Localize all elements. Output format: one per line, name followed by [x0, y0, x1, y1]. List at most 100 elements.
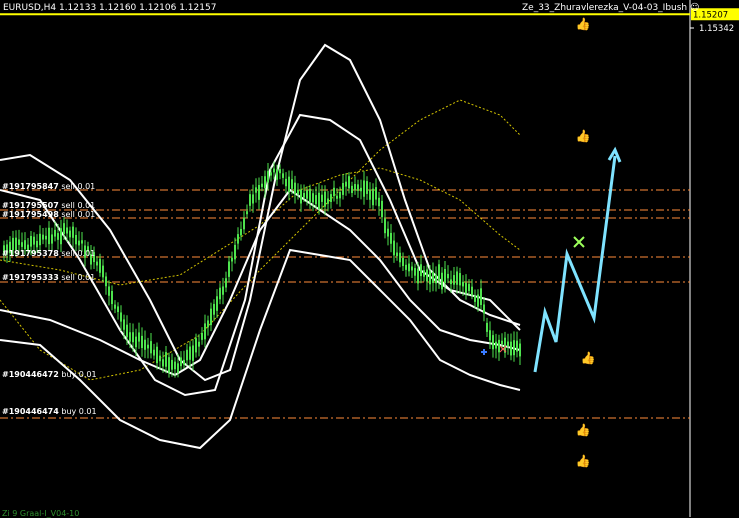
- candle-body: [54, 229, 56, 237]
- candle-body: [147, 344, 149, 349]
- candle-body: [375, 187, 377, 200]
- candle-body: [393, 240, 395, 256]
- candle-body: [39, 233, 41, 246]
- order-label: #191795847 sell 0.01: [2, 182, 96, 191]
- candle-body: [195, 338, 197, 353]
- candle-body: [75, 234, 77, 245]
- buy-marker-icon: [481, 349, 487, 355]
- candle-body: [48, 227, 50, 245]
- candle-body: [444, 269, 446, 284]
- candle-body: [468, 283, 470, 291]
- price-tick-label: 1.15015: [699, 0, 734, 1]
- candle-body: [372, 188, 374, 206]
- candle-body: [402, 257, 404, 267]
- candle-body: [330, 194, 332, 202]
- candle-body: [153, 349, 155, 356]
- candle-body: [333, 187, 335, 197]
- candle-body: [315, 195, 317, 205]
- candle-body: [261, 183, 263, 187]
- order-label: #191795333 sell 0.01: [2, 273, 96, 282]
- candle-body: [429, 271, 431, 285]
- candle-body: [360, 187, 362, 192]
- candle-body: [99, 258, 101, 273]
- candle-body: [456, 271, 458, 285]
- candle-body: [138, 332, 140, 342]
- candle-body: [231, 257, 233, 262]
- candle-body: [309, 188, 311, 202]
- candle-body: [423, 270, 425, 277]
- candle-body: [228, 261, 230, 277]
- candle-body: [321, 194, 323, 202]
- candle-body: [435, 274, 437, 284]
- candle-body: [201, 332, 203, 340]
- candle-body: [294, 182, 296, 195]
- candle-body: [102, 265, 104, 278]
- candle-body: [405, 264, 407, 270]
- candle-body: [519, 343, 521, 357]
- candle-body: [420, 264, 422, 277]
- candle-body: [132, 332, 134, 343]
- candle-body: [342, 183, 344, 195]
- candle-body: [366, 181, 368, 194]
- candle-body: [240, 228, 242, 236]
- candle-body: [183, 359, 185, 365]
- candle-body: [492, 335, 494, 350]
- candle-body: [177, 363, 179, 373]
- candle-body: [327, 198, 329, 204]
- candle-body: [198, 341, 200, 347]
- candle-body: [162, 359, 164, 367]
- candle-body: [345, 181, 347, 187]
- smiley-icon[interactable]: ☺: [690, 3, 699, 13]
- order-label: #191795498 sell 0.01: [2, 210, 96, 219]
- candle-body: [279, 169, 281, 174]
- forecast-path: [533, 155, 617, 373]
- candle-body: [399, 252, 401, 263]
- candle-body: [252, 194, 254, 204]
- candle-body: [450, 279, 452, 285]
- order-label: #190446474 buy 0.01: [2, 407, 97, 416]
- candle-body: [216, 296, 218, 311]
- candle-body: [513, 340, 515, 356]
- candle-body: [72, 226, 74, 238]
- candle-body: [489, 330, 491, 341]
- candle-body: [225, 278, 227, 288]
- candle-body: [474, 295, 476, 302]
- candle-body: [255, 187, 257, 193]
- candle-body: [384, 218, 386, 234]
- candle-body: [495, 341, 497, 349]
- candle-body: [63, 223, 65, 234]
- thumbs-up-icon: 👍: [576, 17, 591, 31]
- candle-body: [126, 324, 128, 337]
- candle-body: [465, 282, 467, 294]
- candle-body: [204, 323, 206, 340]
- candle-body: [471, 286, 473, 296]
- candle-body: [441, 272, 443, 290]
- chart-area[interactable]: 1.153421.150151.146901.143601.140331.137…: [0, 0, 739, 517]
- candle-body: [24, 240, 26, 250]
- candle-body: [354, 184, 356, 191]
- candle-body: [357, 184, 359, 191]
- candle-body: [150, 341, 152, 354]
- candle-body: [57, 233, 59, 240]
- candle-body: [369, 189, 371, 200]
- candle-body: [264, 176, 266, 189]
- candle-body: [297, 189, 299, 195]
- candle-body: [381, 200, 383, 218]
- candle-body: [186, 349, 188, 361]
- candle-body: [81, 240, 83, 244]
- candle-body: [258, 184, 260, 200]
- candle-body: [411, 266, 413, 271]
- candle-body: [351, 185, 353, 193]
- price-chart[interactable]: 1.153421.150151.146901.143601.140331.137…: [0, 0, 739, 517]
- candle-body: [114, 304, 116, 309]
- thumbs-up-icon: 👍: [576, 454, 591, 468]
- candle-body: [270, 172, 272, 176]
- candle-body: [210, 308, 212, 326]
- candle-body: [408, 263, 410, 272]
- candle-body: [36, 240, 38, 248]
- candle-body: [426, 269, 428, 282]
- thumbs-up-icon: 👍: [581, 351, 596, 365]
- candle-body: [453, 275, 455, 285]
- candle-body: [387, 228, 389, 237]
- candle-body: [246, 211, 248, 215]
